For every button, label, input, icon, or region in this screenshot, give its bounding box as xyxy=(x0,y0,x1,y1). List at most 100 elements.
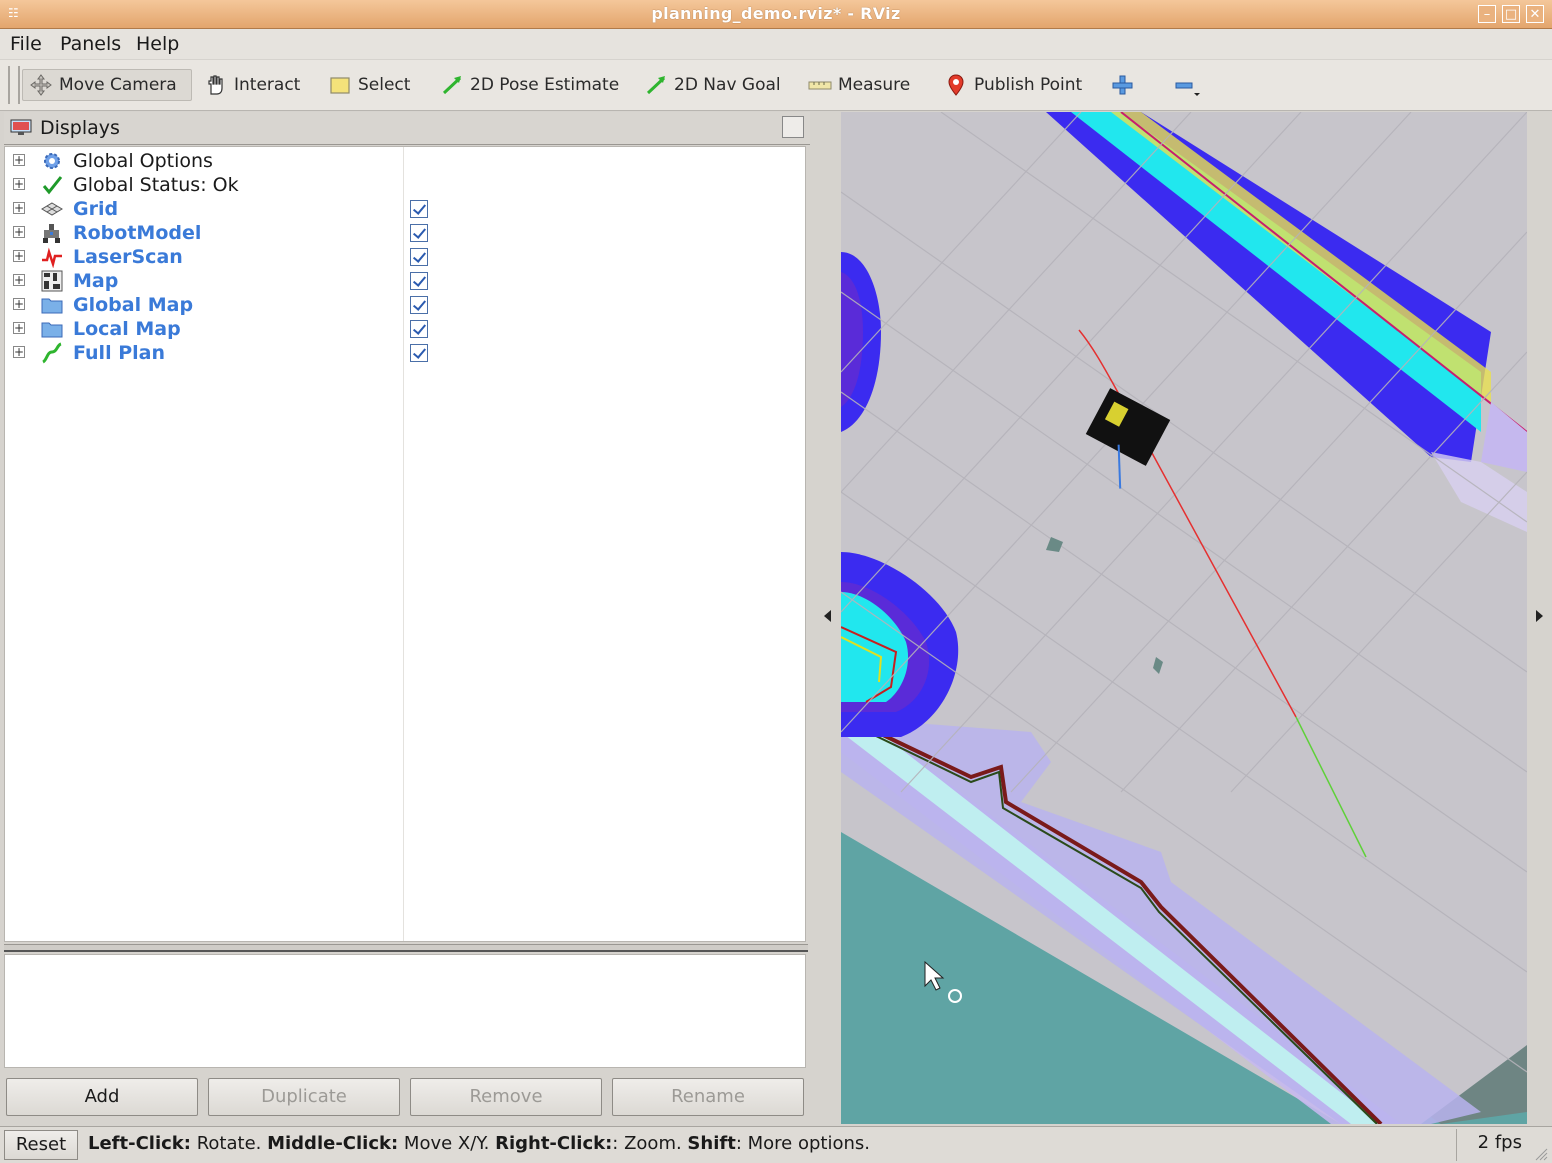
tool-2d-nav-goal-label: 2D Nav Goal xyxy=(674,75,781,95)
display-label: Global Map xyxy=(73,294,194,316)
display-enable-checkbox[interactable] xyxy=(410,296,428,314)
display-enable-checkbox[interactable] xyxy=(410,272,428,290)
status-bar: Reset Left-Click: Rotate. Middle-Click: … xyxy=(0,1126,1552,1163)
remove-tool-button[interactable] xyxy=(1166,69,1206,101)
display-row-laserscan[interactable]: + LaserScan xyxy=(5,245,805,269)
display-row-robotmodel[interactable]: + RobotModel xyxy=(5,221,805,245)
select-box-icon xyxy=(328,73,352,97)
hint-text: : Zoom. xyxy=(612,1133,688,1154)
display-label: Map xyxy=(73,270,119,292)
interaction-hint: Left-Click: Rotate. Middle-Click: Move X… xyxy=(88,1133,870,1154)
tool-2d-pose-estimate-label: 2D Pose Estimate xyxy=(470,75,620,95)
display-enable-checkbox[interactable] xyxy=(410,200,428,218)
monitor-icon xyxy=(10,119,32,136)
tool-measure-label: Measure xyxy=(838,75,911,95)
left-dock-splitter[interactable] xyxy=(816,112,840,1124)
tool-interact-label: Interact xyxy=(234,75,301,95)
tool-select[interactable]: Select xyxy=(322,69,416,101)
laser-icon xyxy=(41,246,63,269)
add-display-button[interactable]: Add xyxy=(6,1078,198,1116)
ruler-icon xyxy=(808,73,832,97)
collapse-right-arrow-icon[interactable] xyxy=(1536,610,1543,622)
display-row-grid[interactable]: + Grid xyxy=(5,197,805,221)
menu-help[interactable]: Help xyxy=(136,33,179,55)
display-row-full-plan[interactable]: + Full Plan xyxy=(5,341,805,365)
displays-panel-title: Displays xyxy=(40,117,120,139)
menu-bar: File Panels Help xyxy=(0,29,1552,59)
tool-move-camera[interactable]: Move Camera xyxy=(22,69,192,101)
maximize-button[interactable]: □ xyxy=(1502,5,1520,23)
hint-key: Middle-Click: xyxy=(267,1133,399,1154)
display-enable-checkbox[interactable] xyxy=(410,320,428,338)
minus-icon xyxy=(1172,73,1200,97)
map-pin-icon xyxy=(944,73,968,97)
tool-2d-nav-goal[interactable]: 2D Nav Goal xyxy=(638,69,787,101)
display-row-global-status[interactable]: + Global Status: Ok xyxy=(5,173,805,197)
tool-measure[interactable]: Measure xyxy=(802,69,916,101)
hint-key: Shift xyxy=(687,1133,736,1154)
hand-icon xyxy=(204,73,228,97)
close-button[interactable]: ✕ xyxy=(1526,5,1544,23)
hint-key: Right-Click: xyxy=(495,1133,613,1154)
tool-move-camera-label: Move Camera xyxy=(59,75,177,95)
expand-icon[interactable]: + xyxy=(13,202,25,214)
expand-icon[interactable]: + xyxy=(13,346,25,358)
displays-tree: + Global Options + Global Status: Ok + G… xyxy=(4,146,806,942)
pose-arrow-icon xyxy=(440,73,464,97)
plus-icon xyxy=(1110,73,1134,97)
expand-icon[interactable]: + xyxy=(13,298,25,310)
hint-text: Move X/Y. xyxy=(398,1133,496,1154)
display-label: RobotModel xyxy=(73,222,202,244)
expand-icon[interactable]: + xyxy=(13,250,25,262)
window-title: planning_demo.rviz* - RViz xyxy=(651,4,901,23)
display-enable-checkbox[interactable] xyxy=(410,344,428,362)
expand-icon[interactable]: + xyxy=(13,178,25,190)
display-row-map[interactable]: + Map xyxy=(5,269,805,293)
menu-file[interactable]: File xyxy=(10,33,42,55)
minimize-button[interactable]: – xyxy=(1478,5,1496,23)
tool-publish-point-label: Publish Point xyxy=(974,75,1083,95)
resize-grip-icon[interactable] xyxy=(1534,1147,1548,1161)
move-camera-icon xyxy=(29,73,53,97)
robot-icon xyxy=(41,222,63,244)
hint-key: Left-Click: xyxy=(88,1133,191,1154)
menu-panels[interactable]: Panels xyxy=(60,33,121,55)
toolbar-grip[interactable] xyxy=(8,66,20,104)
render-viewport[interactable] xyxy=(841,112,1527,1124)
display-label: Full Plan xyxy=(73,342,165,364)
grid-icon xyxy=(41,198,63,220)
panel-splitter[interactable] xyxy=(4,944,808,952)
tool-2d-pose-estimate[interactable]: 2D Pose Estimate xyxy=(434,69,625,101)
map-icon xyxy=(41,270,63,292)
expand-icon[interactable]: + xyxy=(13,226,25,238)
window-titlebar: ☷ planning_demo.rviz* - RViz – □ ✕ xyxy=(0,0,1552,29)
right-dock-splitter[interactable] xyxy=(1528,112,1552,1124)
display-enable-checkbox[interactable] xyxy=(410,248,428,266)
display-label: LaserScan xyxy=(73,246,183,268)
reset-button[interactable]: Reset xyxy=(4,1130,78,1160)
gear-icon xyxy=(41,150,63,172)
folder-icon xyxy=(41,318,63,340)
hint-text: Rotate. xyxy=(190,1133,268,1154)
duplicate-display-button[interactable]: Duplicate xyxy=(208,1078,400,1116)
display-label: Grid xyxy=(73,198,119,220)
display-enable-checkbox[interactable] xyxy=(410,224,428,242)
display-label: Global Options xyxy=(73,150,213,172)
display-row-global-options[interactable]: + Global Options xyxy=(5,149,805,173)
expand-icon[interactable]: + xyxy=(13,322,25,334)
display-row-global-map[interactable]: + Global Map xyxy=(5,293,805,317)
remove-display-button[interactable]: Remove xyxy=(410,1078,602,1116)
folder-icon xyxy=(41,294,63,316)
path-icon xyxy=(41,342,63,364)
display-label: Global Status: Ok xyxy=(73,174,239,196)
tool-bar: Move Camera Interact Select 2D Pose Esti… xyxy=(0,60,1552,111)
tool-interact[interactable]: Interact xyxy=(198,69,306,101)
panel-float-button[interactable] xyxy=(782,116,804,138)
tool-publish-point[interactable]: Publish Point xyxy=(938,69,1088,101)
expand-icon[interactable]: + xyxy=(13,274,25,286)
rename-display-button[interactable]: Rename xyxy=(612,1078,804,1116)
add-tool-button[interactable] xyxy=(1104,69,1136,101)
collapse-left-arrow-icon[interactable] xyxy=(824,610,831,622)
display-row-local-map[interactable]: + Local Map xyxy=(5,317,805,341)
expand-icon[interactable]: + xyxy=(13,154,25,166)
